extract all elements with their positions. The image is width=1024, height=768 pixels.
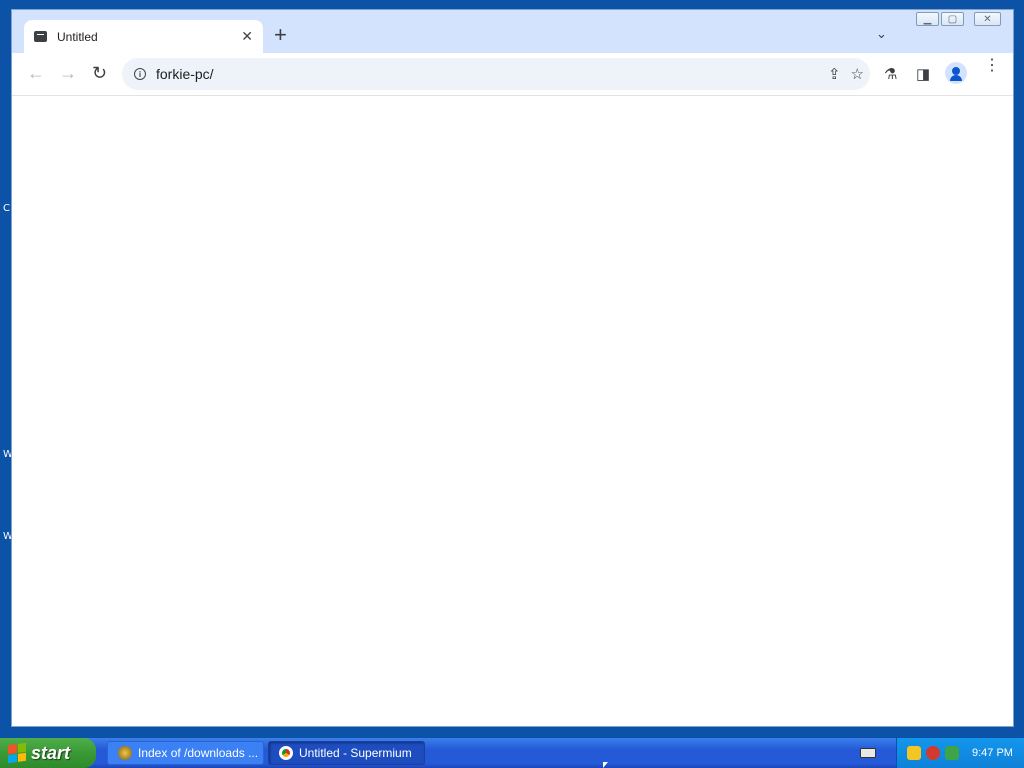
security-shield-icon[interactable] bbox=[907, 746, 921, 760]
start-button[interactable]: start bbox=[0, 738, 96, 768]
address-text[interactable]: forkie-pc/ bbox=[156, 66, 214, 82]
page-content bbox=[12, 96, 1013, 726]
browser-window: ▁ ▢ ✕ Untitled ✕ + ⌄ ← → ↻ i forkie-pc/ … bbox=[11, 9, 1014, 727]
system-tray: 9:47 PM bbox=[896, 738, 1024, 768]
taskbar-item-downloads[interactable]: Index of /downloads ... bbox=[107, 741, 264, 765]
profile-avatar-icon[interactable] bbox=[945, 62, 967, 84]
bookmark-star-icon[interactable]: ☆ bbox=[851, 65, 864, 83]
app-icon bbox=[118, 746, 132, 760]
tab-title: Untitled bbox=[57, 29, 98, 44]
browser-toolbar: ← → ↻ i forkie-pc/ ⇪ ☆ ⚗ ◨ ⋮ bbox=[12, 53, 1013, 96]
keyboard-language-icon[interactable] bbox=[860, 748, 876, 758]
share-icon[interactable]: ⇪ bbox=[828, 65, 841, 83]
maximize-button[interactable]: ▢ bbox=[941, 12, 964, 26]
browser-app-icon bbox=[279, 746, 293, 760]
taskbar-item-label: Index of /downloads ... bbox=[138, 746, 259, 760]
labs-flask-icon[interactable]: ⚗ bbox=[884, 65, 897, 83]
browser-menu-icon[interactable]: ⋮ bbox=[984, 58, 1000, 74]
network-icon[interactable] bbox=[945, 746, 959, 760]
side-panel-icon[interactable]: ◨ bbox=[916, 65, 930, 83]
desktop-icon-label: C bbox=[3, 203, 10, 214]
taskbar-item-supermium[interactable]: Untitled - Supermium bbox=[268, 741, 425, 765]
windows-logo-icon bbox=[8, 742, 26, 764]
taskbar: start Index of /downloads ... Untitled -… bbox=[0, 738, 1024, 768]
tab-close-icon[interactable]: ✕ bbox=[241, 28, 253, 45]
forward-button[interactable]: → bbox=[59, 63, 77, 83]
minimize-button[interactable]: ▁ bbox=[916, 12, 939, 26]
browser-tab[interactable]: Untitled ✕ bbox=[24, 20, 263, 53]
tab-search-button[interactable]: ⌄ bbox=[876, 26, 887, 42]
security-alert-icon[interactable] bbox=[926, 746, 940, 760]
page-favicon-icon bbox=[34, 31, 47, 42]
close-window-button[interactable]: ✕ bbox=[974, 12, 1001, 26]
start-label: start bbox=[31, 742, 71, 763]
clock[interactable]: 9:47 PM bbox=[972, 747, 1013, 759]
taskbar-item-label: Untitled - Supermium bbox=[299, 746, 412, 760]
mouse-cursor-icon bbox=[603, 762, 608, 768]
new-tab-button[interactable]: + bbox=[274, 24, 287, 46]
back-button[interactable]: ← bbox=[27, 63, 45, 83]
reload-button[interactable]: ↻ bbox=[92, 63, 107, 83]
address-bar[interactable]: i forkie-pc/ ⇪ ☆ bbox=[122, 58, 870, 90]
site-info-icon[interactable]: i bbox=[134, 68, 146, 80]
